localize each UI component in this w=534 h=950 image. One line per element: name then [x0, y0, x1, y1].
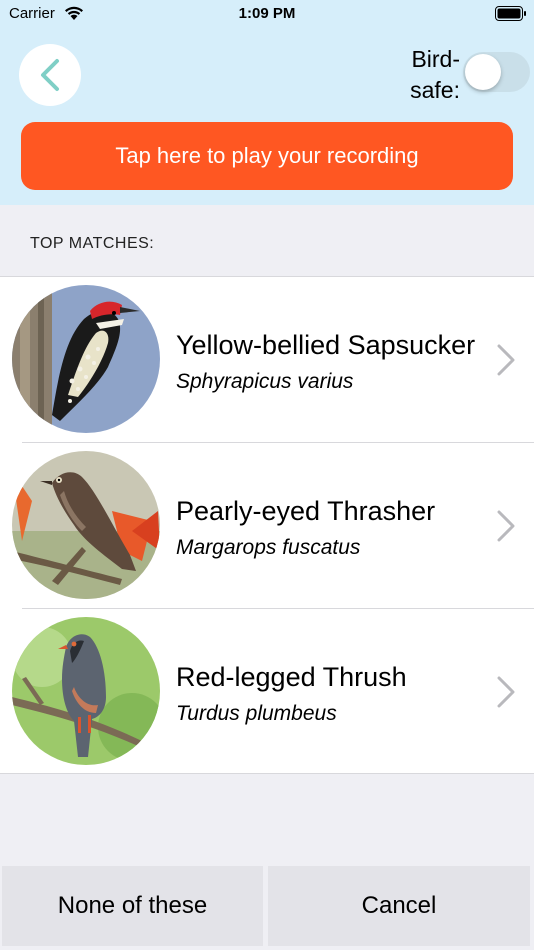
common-name: Red-legged Thrush: [176, 662, 407, 692]
birdsafe-toggle[interactable]: [463, 52, 530, 92]
match-list: Yellow-bellied Sapsucker Sphyrapicus var…: [0, 277, 534, 774]
header: Carrier 1:09 PM Bird-safe: Tap here to p…: [0, 0, 534, 205]
match-row-sapsucker[interactable]: Yellow-bellied Sapsucker Sphyrapicus var…: [0, 277, 534, 443]
status-bar: Carrier 1:09 PM: [0, 0, 534, 30]
toggle-knob: [465, 54, 501, 90]
bird-photo: [12, 617, 160, 765]
status-time: 1:09 PM: [238, 5, 296, 22]
cancel-button[interactable]: Cancel: [268, 866, 530, 946]
chevron-right-icon: [497, 510, 515, 542]
none-of-these-button[interactable]: None of these: [2, 866, 263, 946]
match-row-red-legged-thrush[interactable]: Red-legged Thrush Turdus plumbeus: [0, 609, 534, 775]
birdsafe-label: Bird-safe:: [410, 46, 460, 103]
chevron-right-icon: [497, 676, 515, 708]
scientific-name: Margarops fuscatus: [176, 536, 361, 559]
common-name: Yellow-bellied Sapsucker: [176, 330, 476, 360]
back-button[interactable]: [19, 44, 81, 106]
chevron-left-icon: [41, 59, 59, 91]
scientific-name: Sphyrapicus varius: [176, 370, 354, 393]
play-recording-button[interactable]: Tap here to play your recording: [21, 122, 513, 190]
screen: Carrier 1:09 PM Bird-safe: Tap here to p…: [0, 0, 534, 950]
bottom-bar: None of these Cancel: [0, 866, 534, 950]
match-row-thrasher[interactable]: Pearly-eyed Thrasher Margarops fuscatus: [0, 443, 534, 609]
section-header: TOP MATCHES:: [0, 205, 534, 277]
bird-photo: [12, 285, 160, 433]
common-name: Pearly-eyed Thrasher: [176, 496, 436, 526]
scientific-name: Turdus plumbeus: [176, 702, 337, 725]
chevron-right-icon: [497, 344, 515, 376]
section-title: TOP MATCHES:: [30, 235, 155, 252]
bird-photo: [12, 451, 160, 599]
battery-icon: [495, 6, 526, 21]
